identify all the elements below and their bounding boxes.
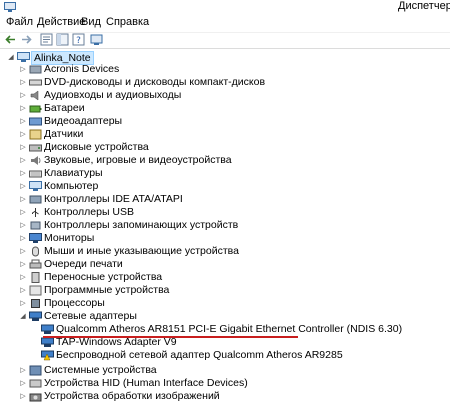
network-adapter-icon: [41, 337, 54, 347]
portable-device-icon: [31, 272, 40, 283]
network-adapter-icon: [41, 324, 54, 334]
expand-arrow-icon[interactable]: ▷: [19, 389, 27, 404]
menu-view[interactable]: Вид: [79, 16, 103, 28]
properties-icon[interactable]: [40, 33, 53, 46]
forward-arrow-icon[interactable]: [20, 33, 33, 46]
title-bar: Диспетчер: [0, 0, 450, 14]
device-label: Беспроводной сетевой адаптер Qualcomm At…: [56, 349, 343, 361]
battery-icon: [29, 105, 42, 113]
back-arrow-icon[interactable]: [4, 33, 17, 46]
camera-icon: [29, 393, 42, 402]
system-device-icon: [29, 365, 42, 376]
mouse-icon: [32, 246, 39, 257]
device-manager-app-icon: [4, 2, 16, 12]
tree-item-wireless-adapter[interactable]: Беспроводной сетевой адаптер Qualcomm At…: [0, 348, 450, 363]
scan-hardware-icon[interactable]: [90, 33, 103, 46]
dvd-drive-icon: [29, 79, 42, 86]
network-adapter-icon: [29, 311, 42, 321]
processor-icon: [31, 299, 40, 308]
menu-help[interactable]: Справка: [104, 16, 151, 28]
monitor-icon: [29, 233, 42, 243]
warning-network-adapter-icon: [41, 350, 54, 361]
menu-file[interactable]: Файл: [4, 16, 35, 28]
tree-item-imaging-devices[interactable]: ▷ Устройства обработки изображений: [0, 389, 450, 404]
disk-drive-icon: [29, 144, 42, 152]
sound-icon: [31, 156, 41, 165]
device-icon: [29, 65, 42, 74]
software-device-icon: [29, 285, 42, 296]
toolbar-separator: [0, 48, 450, 49]
svg-text:?: ?: [76, 36, 81, 46]
speaker-icon: [30, 90, 39, 101]
keyboard-icon: [29, 170, 42, 178]
menu-bar: Файл Действие Вид Справка: [0, 14, 450, 33]
storage-controller-icon: [30, 221, 41, 230]
usb-icon: [32, 208, 39, 217]
printer-icon: [29, 259, 42, 269]
sensor-icon: [29, 129, 42, 140]
window-title: Диспетчер: [398, 0, 450, 12]
video-adapter-icon: [29, 117, 42, 126]
controller-icon: [29, 195, 42, 204]
help-icon[interactable]: ?: [72, 33, 85, 46]
console-tree-icon[interactable]: [56, 33, 69, 46]
toolbar: ?: [0, 33, 450, 47]
device-tree: ◢ Alinka_Note ▷ Acronis Devices ▷ DVD-ди…: [0, 50, 450, 402]
hid-icon: [29, 379, 42, 388]
highlight-underline: [43, 336, 298, 338]
computer-icon: [29, 181, 42, 191]
category-label: Устройства обработки изображений: [44, 390, 220, 402]
